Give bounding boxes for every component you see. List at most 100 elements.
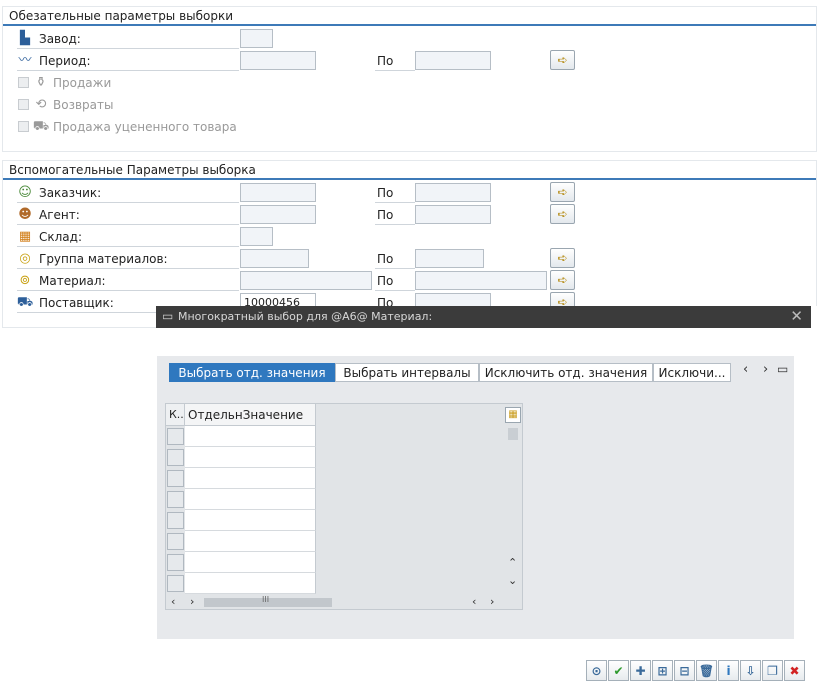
- vertical-scroll-thumb[interactable]: [508, 428, 518, 440]
- row-underline: [17, 48, 239, 49]
- tab-list-icon[interactable]: ▭: [777, 362, 788, 376]
- period-multi-select-button[interactable]: ➪: [550, 50, 575, 70]
- grid-header-value[interactable]: ОтдельнЗначение: [185, 404, 316, 426]
- row-selector[interactable]: [167, 554, 184, 571]
- matgroup-multi-select-button[interactable]: ➪: [550, 248, 575, 268]
- row-selector[interactable]: [167, 491, 184, 508]
- period-from-field[interactable]: [240, 51, 316, 70]
- row-underline: [17, 224, 239, 225]
- row-selector[interactable]: [167, 512, 184, 529]
- tab-exclude-single-values[interactable]: Исключить отд. значения: [479, 363, 653, 382]
- check-button[interactable]: ✔: [608, 660, 629, 681]
- dialog-title: Многократный выбор для @A6@ Материал:: [178, 310, 433, 323]
- value-cell[interactable]: [185, 510, 316, 531]
- value-cell[interactable]: [185, 489, 316, 510]
- grid-icon: ▦: [18, 229, 32, 244]
- cancel-button[interactable]: ✖: [784, 660, 805, 681]
- value-cell[interactable]: [185, 531, 316, 552]
- trash-button[interactable]: 🗑: [696, 660, 717, 681]
- plant-row: ▙ Завод:: [3, 28, 817, 50]
- section-title: Вспомогательные Параметры выборка: [9, 163, 256, 177]
- value-cell[interactable]: [185, 426, 316, 447]
- customer-multi-select-button[interactable]: ➪: [550, 182, 575, 202]
- matgroup-label: Группа материалов:: [39, 252, 168, 266]
- value-cell[interactable]: [185, 573, 316, 594]
- arrow-right-icon: ➪: [557, 185, 568, 199]
- row-underline: [375, 268, 415, 269]
- add-line-icon: ⊞: [657, 663, 668, 678]
- copy-icon: ❐: [767, 663, 778, 678]
- scroll-left-icon[interactable]: ‹: [171, 595, 175, 608]
- scroll-right-icon[interactable]: ›: [190, 595, 194, 608]
- warehouse-field[interactable]: [240, 227, 273, 246]
- matgroup-to-field[interactable]: [415, 249, 484, 268]
- material-multi-select-button[interactable]: ➪: [550, 270, 575, 290]
- tab-label: Выбрать отд. значения: [178, 366, 326, 380]
- period-to-field[interactable]: [415, 51, 491, 70]
- delete-line-button[interactable]: ⊟: [674, 660, 695, 681]
- returns-checkbox[interactable]: [18, 99, 29, 110]
- sales-checkbox[interactable]: [18, 77, 29, 88]
- row-selector[interactable]: [167, 533, 184, 550]
- sales-icon: ⚱: [35, 75, 47, 90]
- arrow-right-icon: ➪: [557, 251, 568, 265]
- row-selector[interactable]: [167, 428, 184, 445]
- scroll-down-icon[interactable]: ⌄: [508, 574, 517, 587]
- scroll-up-icon[interactable]: ⌃: [508, 556, 517, 569]
- horizontal-scroll-thumb[interactable]: III: [204, 595, 332, 607]
- tab-select-single-values[interactable]: Выбрать отд. значения: [169, 363, 335, 382]
- material-to-field[interactable]: [415, 271, 547, 290]
- value-cell[interactable]: [185, 552, 316, 573]
- row-selector[interactable]: [167, 575, 184, 592]
- sales-label: Продажи: [53, 76, 112, 90]
- agent-to-field[interactable]: [415, 205, 491, 224]
- tab-scroll-left-icon[interactable]: ‹: [743, 362, 748, 377]
- customer-from-field[interactable]: [240, 183, 316, 202]
- tab-label: Исключить отд. значения: [484, 366, 648, 380]
- check-icon: ✔: [613, 663, 624, 678]
- plant-field[interactable]: [240, 29, 273, 48]
- insert-row-button[interactable]: ✚: [630, 660, 651, 681]
- discounted-checkbox[interactable]: [18, 121, 29, 132]
- period-row: 〰 Период: По ➪: [3, 50, 817, 72]
- table-settings-icon[interactable]: ▦: [505, 407, 521, 423]
- row-underline: [17, 290, 239, 291]
- scroll-grip: III: [262, 595, 270, 604]
- close-icon[interactable]: ✕: [790, 307, 803, 325]
- value-cell[interactable]: [185, 468, 316, 489]
- matgroup-from-field[interactable]: [240, 249, 309, 268]
- vertical-scrollbar[interactable]: ⌃ ⌄: [505, 426, 521, 589]
- returns-icon: ⟲: [35, 97, 47, 112]
- info-icon: i: [726, 663, 731, 678]
- row-underline: [375, 70, 415, 71]
- table-row: [166, 489, 316, 510]
- execute-button[interactable]: ⊙: [586, 660, 607, 681]
- grid-header-key[interactable]: К..: [166, 404, 185, 426]
- customer-to-field[interactable]: [415, 183, 491, 202]
- add-line-button[interactable]: ⊞: [652, 660, 673, 681]
- material-from-field[interactable]: [240, 271, 372, 290]
- sales-row: ⚱ Продажи: [3, 72, 817, 94]
- import-button[interactable]: ⇩: [740, 660, 761, 681]
- tab-scroll-right-icon[interactable]: ›: [763, 362, 768, 377]
- tab-exclude-ranges[interactable]: Исключи...: [653, 363, 731, 382]
- row-selector[interactable]: [167, 449, 184, 466]
- tab-select-ranges[interactable]: Выбрать интервалы: [335, 363, 479, 382]
- scroll-left-icon[interactable]: ‹: [472, 595, 476, 608]
- insert-row-icon: ✚: [635, 663, 646, 678]
- table-row: [166, 468, 316, 489]
- agent-multi-select-button[interactable]: ➪: [550, 204, 575, 224]
- value-cell[interactable]: [185, 447, 316, 468]
- agent-from-field[interactable]: [240, 205, 316, 224]
- table-row: [166, 552, 316, 573]
- customer-label: Заказчик:: [39, 186, 102, 200]
- dialog-titlebar[interactable]: ▭ Многократный выбор для @A6@ Материал: …: [156, 306, 811, 328]
- agent-icon: ☻: [18, 207, 32, 222]
- row-selector[interactable]: [167, 470, 184, 487]
- copy-button[interactable]: ❐: [762, 660, 783, 681]
- table-row: [166, 426, 316, 447]
- info-button[interactable]: i: [718, 660, 739, 681]
- returns-label: Возвраты: [53, 98, 114, 112]
- row-underline: [375, 202, 415, 203]
- scroll-right-icon[interactable]: ›: [490, 595, 494, 608]
